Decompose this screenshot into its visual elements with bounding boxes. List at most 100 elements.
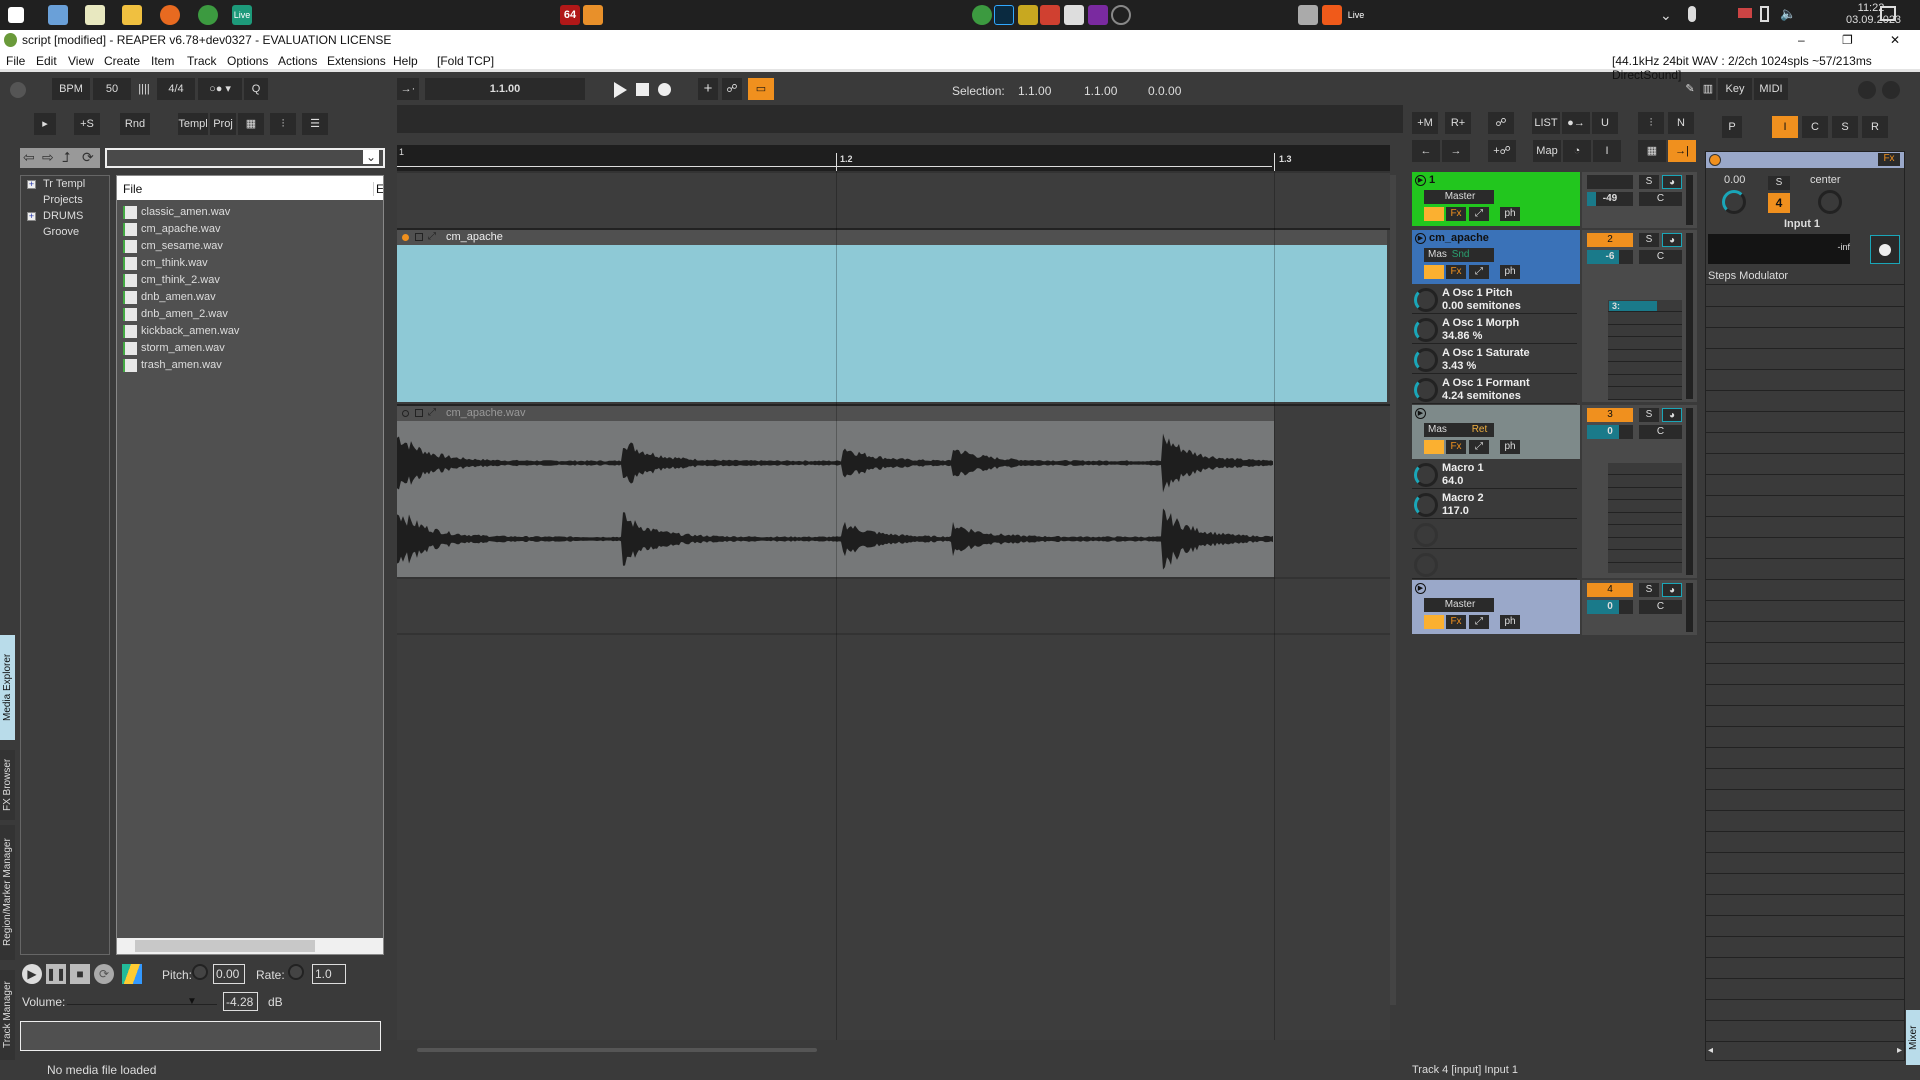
app-icon[interactable] [1018, 5, 1038, 25]
piano-icon[interactable]: ▥ [1700, 78, 1716, 100]
modulator-slot[interactable] [1608, 488, 1682, 500]
track-header[interactable]: ▶ Master Fx ⤢ ph [1412, 580, 1580, 634]
microphone-icon[interactable] [1688, 6, 1696, 22]
folder-icon[interactable] [122, 5, 142, 25]
add-m-button[interactable]: +M [1412, 112, 1438, 134]
stop-icon[interactable] [636, 83, 649, 96]
tree-item-projects[interactable]: Projects [43, 194, 83, 206]
midi-item-header[interactable]: ⤢ cm_apache [397, 230, 1387, 245]
track-name[interactable]: 1 [1429, 174, 1435, 186]
tab-track-manager[interactable]: Track Manager [0, 970, 15, 1060]
tray-chevron-icon[interactable]: ⌄ [1660, 7, 1672, 24]
pitch-knob[interactable] [192, 964, 208, 980]
modulator-slot[interactable] [1608, 325, 1682, 337]
routing-icon[interactable]: ☍ [722, 78, 742, 100]
tab-fx-browser[interactable]: FX Browser [0, 750, 15, 820]
fx-slot[interactable] [1706, 643, 1904, 664]
parameter-knob[interactable] [1414, 523, 1438, 547]
selection-length[interactable]: 0.0.00 [1148, 84, 1181, 98]
solo-button[interactable]: S [1639, 583, 1659, 597]
pencil-icon[interactable]: ✎ [1682, 78, 1698, 100]
fx-slot[interactable] [1706, 769, 1904, 790]
route-button[interactable]: Master [1424, 598, 1494, 612]
route-button[interactable]: Mas Snd [1424, 248, 1494, 262]
battery-icon[interactable] [1760, 6, 1769, 22]
play-icon[interactable] [614, 82, 627, 98]
parameter-knob[interactable] [1414, 348, 1438, 372]
app-icon[interactable] [1064, 5, 1084, 25]
item-checkbox[interactable] [415, 409, 423, 417]
pan-display[interactable]: C [1639, 425, 1682, 439]
chrome-icon[interactable] [198, 5, 218, 25]
fx-button[interactable]: Fx [1446, 265, 1466, 279]
track-number[interactable]: 3 [1587, 408, 1633, 422]
photoshop-icon[interactable] [994, 5, 1014, 25]
fx-slot[interactable] [1706, 496, 1904, 517]
macro-parameter[interactable]: Macro 2 117.0 [1412, 490, 1577, 519]
back-icon[interactable]: ⇦ [23, 149, 35, 166]
fx-slot[interactable] [1706, 580, 1904, 601]
close-button[interactable]: ✕ [1890, 30, 1900, 50]
fx-slot[interactable] [1706, 790, 1904, 811]
toolbar-menu-icon[interactable] [10, 82, 26, 98]
envelope-icon[interactable]: ⤢ [1469, 207, 1489, 221]
track-header[interactable]: ▶ Mas Ret Fx ⤢ ph [1412, 405, 1580, 459]
phase-button[interactable]: ph [1500, 207, 1520, 221]
track-color-button[interactable] [1424, 207, 1444, 221]
fx-slot[interactable] [1706, 622, 1904, 643]
track-number[interactable]: 4 [1587, 583, 1633, 597]
scrollbar-thumb[interactable] [135, 940, 315, 952]
macro-parameter[interactable]: A Osc 1 Morph 34.86 % [1412, 315, 1577, 344]
mcp-layout-icon[interactable] [1882, 81, 1900, 99]
item-active-icon[interactable] [402, 410, 409, 417]
notepad-icon[interactable] [85, 5, 105, 25]
file-list-item[interactable]: cm_think.wav [123, 255, 208, 272]
menu-file[interactable]: File [6, 54, 25, 68]
menu-view[interactable]: View [68, 54, 94, 68]
scroll-right-icon[interactable]: ▸ [1897, 1045, 1902, 1056]
parameter-knob[interactable] [1414, 463, 1438, 487]
forward-icon[interactable]: ⇨ [42, 149, 54, 166]
volume-knob[interactable] [1722, 190, 1746, 214]
file-list-item[interactable]: storm_amen.wav [123, 340, 225, 357]
fx-slot[interactable] [1706, 286, 1904, 307]
i-button[interactable]: I [1593, 140, 1621, 162]
fx-slot[interactable] [1706, 853, 1904, 874]
grid-icon[interactable]: ▦ [238, 113, 264, 135]
parameter-knob[interactable] [1414, 288, 1438, 312]
record-icon[interactable] [658, 83, 671, 96]
grid-icon[interactable]: ▦ [1638, 140, 1666, 162]
routing-icon[interactable]: ☍ [1488, 112, 1514, 134]
add-route-icon[interactable]: +☍ [1488, 140, 1516, 162]
preview-pause-icon[interactable]: ❚❚ [46, 964, 66, 984]
parameter-knob[interactable] [1414, 493, 1438, 517]
fx-button[interactable]: Fx [1446, 207, 1466, 221]
solo-button[interactable]: S [1639, 408, 1659, 422]
fx-slot[interactable] [1706, 559, 1904, 580]
fx-slot[interactable] [1706, 1000, 1904, 1021]
file-list-item[interactable]: cm_sesame.wav [123, 238, 223, 255]
list-icon[interactable]: ☰ [302, 113, 328, 135]
route-button[interactable]: Mas Ret [1424, 423, 1494, 437]
volume-slider-handle[interactable]: ▼ [187, 996, 197, 1007]
pics-s-button[interactable]: S [1832, 116, 1858, 138]
pics-c-button[interactable]: C [1802, 116, 1828, 138]
pitch-input[interactable]: 0.00 [213, 964, 245, 984]
empty-parameter-slot[interactable] [1412, 550, 1577, 579]
app-64-icon[interactable]: 64 [560, 5, 580, 25]
track-name[interactable]: cm_apache [1429, 232, 1489, 244]
pan-display[interactable]: C [1639, 250, 1682, 264]
collapse-right-icon[interactable]: →| [1668, 140, 1696, 162]
language-flag-icon[interactable] [1738, 8, 1752, 18]
envelope-icon[interactable]: ⤢ [1469, 265, 1489, 279]
fx-slot[interactable] [1706, 517, 1904, 538]
fx-slot[interactable] [1706, 433, 1904, 454]
fx-button[interactable]: Fx [1878, 153, 1900, 166]
templates-button[interactable]: Templ [178, 113, 208, 135]
file-list-item[interactable]: classic_amen.wav [123, 204, 230, 221]
preview-waveform-box[interactable] [20, 1021, 381, 1051]
notifications-icon[interactable] [1880, 6, 1896, 21]
menu-track[interactable]: Track [187, 54, 217, 68]
modulator-slot[interactable] [1608, 526, 1682, 538]
menu-item[interactable]: Item [151, 54, 174, 68]
